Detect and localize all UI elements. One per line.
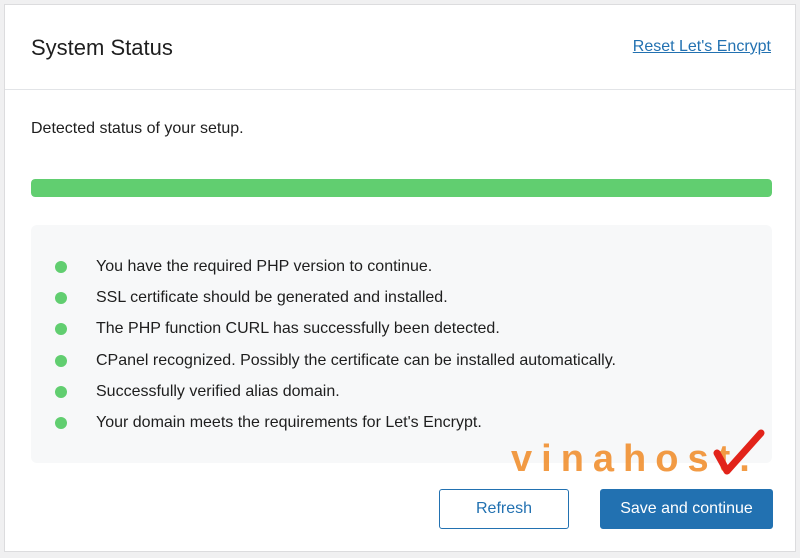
status-item: CPanel recognized. Possibly the certific… (55, 350, 616, 381)
green-dot-icon (55, 385, 67, 398)
status-item: Successfully verified alias domain. (55, 381, 616, 412)
status-item: You have the required PHP version to con… (55, 256, 616, 287)
refresh-button[interactable]: Refresh (439, 489, 569, 529)
status-item-text: SSL certificate should be generated and … (96, 289, 448, 307)
status-item: The PHP function CURL has successfully b… (55, 318, 616, 349)
setup-status-description: Detected status of your setup. (31, 120, 244, 137)
reset-lets-encrypt-link[interactable]: Reset Let's Encrypt (633, 36, 771, 58)
page-title: System Status (31, 35, 173, 60)
status-item-text: Your domain meets the requirements for L… (96, 413, 482, 431)
progress-bar-fill (31, 179, 772, 197)
status-list: You have the required PHP version to con… (55, 256, 616, 443)
green-dot-icon (55, 261, 67, 273)
green-dot-icon (55, 323, 67, 336)
status-item-text: You have the required PHP version to con… (96, 258, 433, 275)
vinahost-watermark-logo: vinahost. (511, 429, 765, 480)
save-and-continue-button[interactable]: Save and continue (600, 489, 773, 529)
status-item-text: Successfully verified alias domain. (96, 382, 340, 400)
green-dot-icon (55, 416, 67, 429)
status-item: SSL certificate should be generated and … (55, 287, 616, 318)
panel-header: System Status Reset Let's Encrypt (5, 5, 795, 90)
green-dot-icon (55, 354, 67, 367)
status-item-text: The PHP function CURL has successfully b… (96, 320, 500, 338)
green-dot-icon (55, 292, 67, 305)
system-status-panel: System Status Reset Let's Encrypt Detect… (4, 4, 796, 552)
status-item-text: CPanel recognized. Possibly the certific… (96, 351, 616, 369)
progress-bar (31, 179, 772, 197)
